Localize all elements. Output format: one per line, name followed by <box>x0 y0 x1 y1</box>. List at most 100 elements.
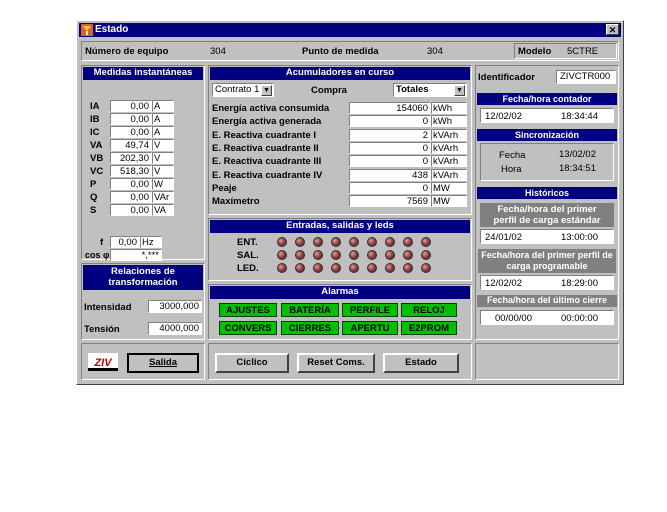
alarm-button-cierres[interactable]: CIERRES <box>281 321 339 335</box>
close-button[interactable]: ✕ <box>606 24 619 35</box>
estado-button[interactable]: Estado <box>383 353 459 373</box>
reset-label: Reset Coms. <box>307 357 365 368</box>
relaciones-panel: Relaciones de transformación Intensidad … <box>81 263 205 340</box>
instant-value-3: 49,74 <box>110 139 152 151</box>
led-indicator <box>277 250 287 260</box>
acum-value-1: 0 <box>349 115 431 128</box>
instant-value-6: 0,00 <box>110 178 152 190</box>
sync-hora-label: Hora <box>501 164 522 175</box>
compra-value: Compra <box>311 85 347 96</box>
cierre-hora: 00:00:00 <box>561 313 598 324</box>
io-label-2: LED. <box>237 263 259 274</box>
acum-label-7: Maxímetro <box>212 196 260 208</box>
led-indicator <box>331 250 341 260</box>
equipo-label: Número de equipo <box>85 46 169 57</box>
contrato-select[interactable]: Contrato 1 ▼ <box>212 83 274 97</box>
led-indicator <box>403 237 413 247</box>
tension-label: Tensión <box>84 324 120 335</box>
contador-hora: 18:34:44 <box>561 111 598 122</box>
io-panel: Entradas, salidas y leds ENT. SAL. LED. <box>208 218 472 281</box>
estandar-hora: 13:00:00 <box>561 232 598 243</box>
acum-value-5: 438 <box>349 168 431 181</box>
acum-unit-4: kVArh <box>431 155 467 168</box>
f-label: f <box>100 237 104 248</box>
salida-button[interactable]: Salida <box>127 353 199 373</box>
instant-name-4: VB <box>90 153 104 164</box>
instant-unit-7: VAr <box>152 191 174 203</box>
alarm-button-e2prom[interactable]: E2PROM <box>401 321 457 335</box>
io-label-0: ENT. <box>237 237 258 248</box>
estado-window: Estado ✕ Número de equipo 304 Punto de m… <box>76 20 624 385</box>
led-indicator <box>421 250 431 260</box>
intensidad-label: Intensidad <box>84 302 132 313</box>
instant-name-8: S <box>90 205 97 216</box>
totales-value: Totales <box>396 84 429 95</box>
window-title: Estado <box>95 24 129 35</box>
instant-name-6: P <box>90 179 97 190</box>
alarm-button-ajustes[interactable]: AJUSTES <box>219 303 277 317</box>
led-indicator <box>277 263 287 273</box>
identificador-label: Identificador <box>478 72 536 83</box>
sync-hora: 18:34:51 <box>559 163 596 174</box>
contador-fecha: 12/02/02 <box>485 111 522 122</box>
acum-value-0: 154060 <box>349 102 431 114</box>
intensidad-value: 3000,000 <box>148 300 202 313</box>
instant-value-2: 0,00 <box>110 126 152 138</box>
led-indicator <box>349 250 359 260</box>
ciclico-button[interactable]: Cíclico <box>215 353 289 373</box>
led-indicator <box>331 263 341 273</box>
chevron-down-icon[interactable]: ▼ <box>261 85 272 96</box>
punto-label: Punto de medida <box>302 46 379 57</box>
alarm-button-batería[interactable]: BATERÍA <box>281 303 339 317</box>
alarm-button-apertu[interactable]: APERTU <box>342 321 398 335</box>
acum-value-2: 2 <box>349 128 431 141</box>
instant-unit-6: W <box>152 178 174 190</box>
instant-panel: Medidas instantáneas IA 0,00 A IB 0,00 A IC 0,0… <box>81 65 205 261</box>
acumuladores-title: Acumuladores en curso <box>210 67 470 80</box>
acum-label-0: Energía activa consumida <box>212 103 330 114</box>
modelo-label: Modelo <box>518 46 552 57</box>
acum-label-1: Energía activa generada <box>212 116 322 128</box>
app-icon <box>81 24 93 36</box>
bottom-center-bar: Cíclico Reset Coms. Estado <box>208 343 472 380</box>
relaciones-title: Relaciones de transformación <box>83 265 203 290</box>
led-indicator <box>331 237 341 247</box>
f-unit: Hz <box>140 236 162 248</box>
right-panel: Identificador ZIVCTR000 Fecha/hora conta… <box>475 65 619 340</box>
instant-value-7: 0,00 <box>110 191 152 203</box>
salida-label: Salida <box>149 357 177 368</box>
punto-value: 304 <box>427 46 443 57</box>
chevron-down-icon[interactable]: ▼ <box>454 85 465 96</box>
cierre-box: 00/00/00 00:00:00 <box>480 310 614 325</box>
reset-coms-button[interactable]: Reset Coms. <box>297 353 375 373</box>
led-indicator <box>421 237 431 247</box>
alarm-button-reloj[interactable]: RELOJ <box>401 303 457 317</box>
acum-value-6: 0 <box>349 181 431 194</box>
led-indicator <box>367 237 377 247</box>
acum-unit-7: MW <box>431 195 467 208</box>
acum-unit-0: kWh <box>431 102 467 114</box>
led-indicator <box>367 250 377 260</box>
acum-unit-3: kVArh <box>431 141 467 154</box>
title-bar[interactable]: Estado ✕ <box>79 23 621 37</box>
acum-label-3: E. Reactiva cuadrante II <box>212 142 319 154</box>
hist-title: Históricos <box>477 187 617 199</box>
instant-value-4: 202,30 <box>110 152 152 164</box>
ziv-logo-text: ZIV <box>93 357 113 369</box>
led-indicator <box>295 250 305 260</box>
alarm-button-perfile[interactable]: PERFILE <box>342 303 398 317</box>
alarm-button-convers[interactable]: CONVERS <box>219 321 277 335</box>
estado-label: Estado <box>405 357 437 368</box>
led-indicator <box>295 263 305 273</box>
totales-select[interactable]: Totales ▼ <box>393 83 467 97</box>
acum-label-4: E. Reactiva cuadrante III <box>212 156 322 168</box>
acum-unit-1: kWh <box>431 115 467 128</box>
cierre-title: Fecha/hora del último cierre <box>477 295 617 307</box>
instant-name-7: Q <box>90 192 98 203</box>
led-indicator <box>313 263 323 273</box>
modelo-box: Modelo 5CTRE <box>514 43 617 59</box>
instant-name-5: VC <box>90 166 104 177</box>
identificador-value: ZIVCTR000 <box>556 70 616 84</box>
instant-name-3: VA <box>90 140 103 151</box>
contador-title: Fecha/hora contador <box>477 93 617 105</box>
